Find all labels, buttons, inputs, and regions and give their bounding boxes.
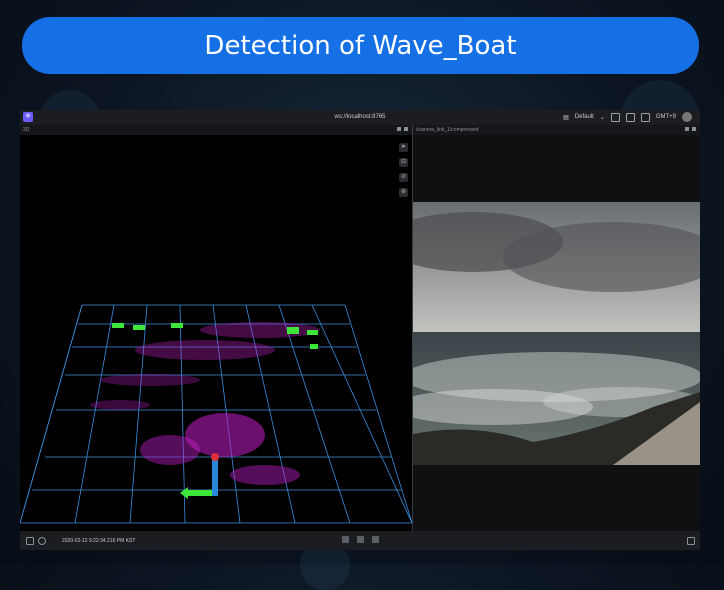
left-panel-header: 3D — [20, 125, 412, 135]
avatar-icon[interactable] — [682, 112, 692, 122]
3d-scene — [20, 304, 412, 524]
sidebar-icon[interactable] — [625, 112, 635, 122]
boat-detection — [310, 344, 318, 349]
play-icon[interactable] — [357, 536, 364, 543]
boat-detection — [307, 330, 318, 335]
prev-icon[interactable] — [342, 536, 349, 543]
measure-icon[interactable]: ⊟ — [399, 158, 408, 167]
settings-icon[interactable] — [687, 537, 695, 545]
panel-settings-icon[interactable] — [685, 127, 689, 131]
panel-settings-icon[interactable] — [397, 127, 401, 131]
playback-bar: 2020-02-12 9:22:34.216 PM KST — [20, 531, 700, 550]
camera-image — [413, 202, 700, 465]
view-tools: ➤ ⊟ ⊘ ⊕ — [399, 143, 408, 197]
right-panel-header: /camera_link_1/compressed — [413, 125, 700, 135]
boat-detection — [133, 325, 145, 330]
boat-detection — [171, 323, 183, 328]
chevron-down-icon[interactable]: ⌄ — [600, 114, 605, 121]
point-cloud — [90, 322, 320, 485]
3d-view[interactable]: ➤ ⊟ ⊘ ⊕ — [20, 135, 412, 531]
playback-timestamp: 2020-02-12 9:22:34.216 PM KST — [62, 538, 136, 544]
layout-label[interactable]: Default — [575, 114, 594, 120]
title-banner: Detection of Wave_Boat — [22, 17, 699, 74]
panel-icon[interactable] — [610, 112, 620, 122]
visualizer-window: ✳ ws://localhost:8765 ▤ Default ⌄ GMT+9 … — [20, 110, 700, 550]
layout-icon[interactable]: ▤ — [563, 114, 569, 121]
playback-controls — [342, 536, 379, 543]
boat-detection — [112, 323, 124, 328]
center-icon[interactable]: ⊕ — [399, 188, 408, 197]
select-icon[interactable]: ➤ — [399, 143, 408, 152]
banner-title: Detection of Wave_Boat — [204, 30, 517, 61]
panel-menu-icon[interactable] — [404, 127, 408, 131]
next-icon[interactable] — [372, 536, 379, 543]
user-badge[interactable]: GMT+9 — [656, 114, 676, 120]
pin-icon[interactable]: ⊘ — [399, 173, 408, 182]
left-panel-title: 3D — [23, 127, 30, 133]
sidebar-right-icon[interactable] — [640, 112, 650, 122]
toolbar-right: ▤ Default ⌄ GMT+9 — [563, 112, 692, 122]
panel-menu-icon[interactable] — [692, 127, 696, 131]
camera-view[interactable] — [413, 135, 700, 531]
boat-detection — [287, 327, 299, 334]
right-panel-title: /camera_link_1/compressed — [416, 127, 479, 133]
clock-icon[interactable] — [38, 537, 46, 545]
panel-toggle-icon[interactable] — [26, 537, 34, 545]
title-bar: ✳ ws://localhost:8765 ▤ Default ⌄ GMT+9 — [20, 110, 700, 125]
